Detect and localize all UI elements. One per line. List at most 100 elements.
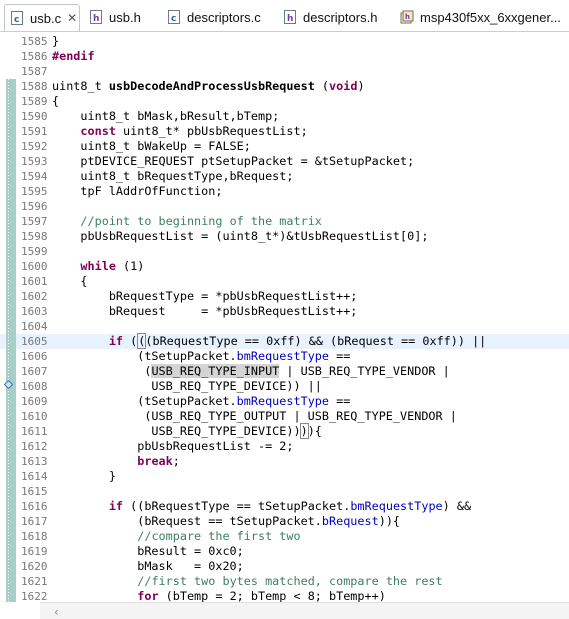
- code-text: ptDEVICE_REQUEST ptSetupPacket = &tSetup…: [52, 154, 415, 168]
- code-text: uint8_t bMask,bResult,bTemp;: [52, 109, 280, 123]
- change-gutter-marker: [6, 154, 16, 169]
- code-line[interactable]: 1620 bMask = 0x20;: [0, 559, 569, 574]
- code-line[interactable]: 1591 const uint8_t* pbUsbRequestList;: [0, 124, 569, 139]
- change-gutter-marker: [6, 169, 16, 184]
- tab-usb-c[interactable]: c usb.c ✕: [4, 4, 80, 31]
- line-number: 1596: [21, 200, 48, 213]
- code-text: (tSetupPacket.bmRequestType ==: [52, 394, 351, 408]
- code-text: if (((bRequestType == 0xff) && (bRequest…: [108, 333, 487, 349]
- change-gutter-marker: [6, 424, 16, 439]
- line-number: 1616: [21, 500, 48, 513]
- code-line[interactable]: 1614 }: [0, 469, 569, 484]
- code-text: pbUsbRequestList = (uint8_t*)&tUsbReques…: [52, 229, 429, 243]
- tab-descriptors-c[interactable]: c descriptors.c: [168, 4, 261, 30]
- change-gutter-marker: [6, 559, 16, 574]
- code-line[interactable]: 1586 #endif: [0, 49, 569, 64]
- code-line[interactable]: 1593 ptDEVICE_REQUEST ptSetupPacket = &t…: [0, 154, 569, 169]
- line-number: 1600: [21, 260, 48, 273]
- change-gutter-marker: [6, 64, 16, 79]
- svg-text:h: h: [93, 14, 99, 24]
- code-line[interactable]: 1599: [0, 244, 569, 259]
- code-line[interactable]: 1587: [0, 64, 569, 79]
- code-line[interactable]: 1608 USB_REQ_TYPE_DEVICE)) ||: [0, 379, 569, 394]
- change-gutter-marker: [6, 499, 16, 514]
- code-line[interactable]: 1588 uint8_t usbDecodeAndProcessUsbReques…: [0, 79, 569, 94]
- line-number: 1599: [21, 245, 48, 258]
- code-text: (USB_REQ_TYPE_OUTPUT | USB_REQ_TYPE_VEND…: [52, 409, 457, 423]
- code-line[interactable]: 1603 bRequest = *pbUsbRequestList++;: [0, 304, 569, 319]
- code-line[interactable]: 1621 //first two bytes matched, compare …: [0, 574, 569, 589]
- code-line[interactable]: 1592 uint8_t bWakeUp = FALSE;: [0, 139, 569, 154]
- code-line[interactable]: 1585}: [0, 34, 569, 49]
- line-number: 1588: [21, 80, 48, 93]
- code-line[interactable]: 1604: [0, 319, 569, 334]
- code-line[interactable]: 1609 (tSetupPacket.bmRequestType ==: [0, 394, 569, 409]
- code-line[interactable]: 1607 (USB_REQ_TYPE_INPUT | USB_REQ_TYPE_…: [0, 364, 569, 379]
- code-line[interactable]: 1611 USB_REQ_TYPE_DEVICE)))){: [0, 423, 569, 439]
- line-number: 1597: [21, 215, 48, 228]
- code-line[interactable]: 1612 pbUsbRequestList -= 2;: [0, 439, 569, 454]
- code-text: USB_REQ_TYPE_DEVICE)))){: [52, 423, 322, 439]
- change-gutter-marker: [6, 334, 16, 349]
- change-gutter-marker: [6, 439, 16, 454]
- code-text: //first two bytes matched, compare the r…: [137, 574, 443, 588]
- code-line[interactable]: 1600 while (1): [0, 259, 569, 274]
- code-line[interactable]: 1618 //compare the first two: [0, 529, 569, 544]
- code-line[interactable]: 1610 (USB_REQ_TYPE_OUTPUT | USB_REQ_TYPE…: [0, 409, 569, 424]
- code-line[interactable]: 1590 uint8_t bMask,bResult,bTemp;: [0, 109, 569, 124]
- code-editor[interactable]: 1585} 1586 #endif 1587 1588 uint8_t usbDecode…: [0, 32, 569, 604]
- svg-text:h: h: [405, 13, 410, 21]
- code-line[interactable]: 1589 {: [0, 94, 569, 109]
- code-line[interactable]: 1595 tpF lAddrOfFunction;: [0, 184, 569, 199]
- code-line[interactable]: 1596: [0, 199, 569, 214]
- close-icon[interactable]: ✕: [67, 11, 77, 25]
- tab-descriptors-h[interactable]: h descriptors.h: [284, 4, 377, 30]
- code-text: tpF lAddrOfFunction;: [52, 184, 223, 198]
- change-gutter-marker: [6, 574, 16, 589]
- line-number: 1621: [21, 575, 48, 588]
- line-number: 1594: [21, 170, 48, 183]
- svg-text:c: c: [14, 15, 19, 25]
- line-number: 1604: [21, 320, 48, 333]
- change-gutter-marker: [6, 394, 16, 409]
- change-gutter-marker: [6, 469, 16, 484]
- line-number: 1617: [21, 515, 48, 528]
- code-line[interactable]: 1598 pbUsbRequestList = (uint8_t*)&tUsbR…: [0, 229, 569, 244]
- code-text: }: [52, 34, 60, 48]
- change-gutter-marker: [6, 409, 16, 424]
- line-number: 1608: [21, 380, 48, 393]
- tab-label: descriptors.h: [303, 9, 378, 25]
- code-line[interactable]: 1594 uint8_t bRequestType,bRequest;: [0, 169, 569, 184]
- code-line[interactable]: 1617 (bRequest == tSetupPacket.bRequest)…: [0, 514, 569, 529]
- line-number: 1591: [21, 125, 48, 138]
- code-text: //compare the first two: [137, 529, 301, 543]
- code-text: bMask = 0x20;: [52, 559, 244, 573]
- change-gutter-marker: [6, 244, 16, 259]
- tab-label: descriptors.c: [187, 9, 261, 25]
- line-number: 1614: [21, 470, 48, 483]
- change-gutter-marker: [6, 49, 16, 64]
- tab-msp430-header[interactable]: h msp430f5xx_6xxgener...: [400, 4, 561, 30]
- code-line[interactable]: 1616 if ((bRequestType == tSetupPacket.b…: [0, 499, 569, 514]
- horizontal-scrollbar[interactable]: ‹: [40, 602, 569, 619]
- code-line[interactable]: 1597 //point to beginning of the matrix: [0, 214, 569, 229]
- code-line[interactable]: 1601 {: [0, 274, 569, 289]
- code-line[interactable]: 1619 bResult = 0xc0;: [0, 544, 569, 559]
- change-gutter-marker: [6, 319, 16, 334]
- code-line[interactable]: 1613 break;: [0, 454, 569, 469]
- code-text: break;: [137, 454, 180, 468]
- code-line[interactable]: 1615: [0, 484, 569, 499]
- h-file-icon: h: [90, 10, 103, 24]
- code-line[interactable]: 1605 if (((bRequestType == 0xff) && (bRe…: [0, 333, 569, 349]
- code-line[interactable]: 1606 (tSetupPacket.bmRequestType ==: [0, 349, 569, 364]
- scroll-left-icon[interactable]: ‹: [54, 605, 59, 619]
- code-text: #endif: [52, 49, 95, 63]
- change-gutter-marker: [6, 214, 16, 229]
- tab-usb-h[interactable]: h usb.h: [90, 4, 141, 30]
- change-gutter-marker: [6, 514, 16, 529]
- change-gutter-marker: [6, 304, 16, 319]
- line-number: 1620: [21, 560, 48, 573]
- code-text: pbUsbRequestList -= 2;: [52, 439, 294, 453]
- line-number: 1586: [21, 50, 48, 63]
- code-line[interactable]: 1602 bRequestType = *pbUsbRequestList++;: [0, 289, 569, 304]
